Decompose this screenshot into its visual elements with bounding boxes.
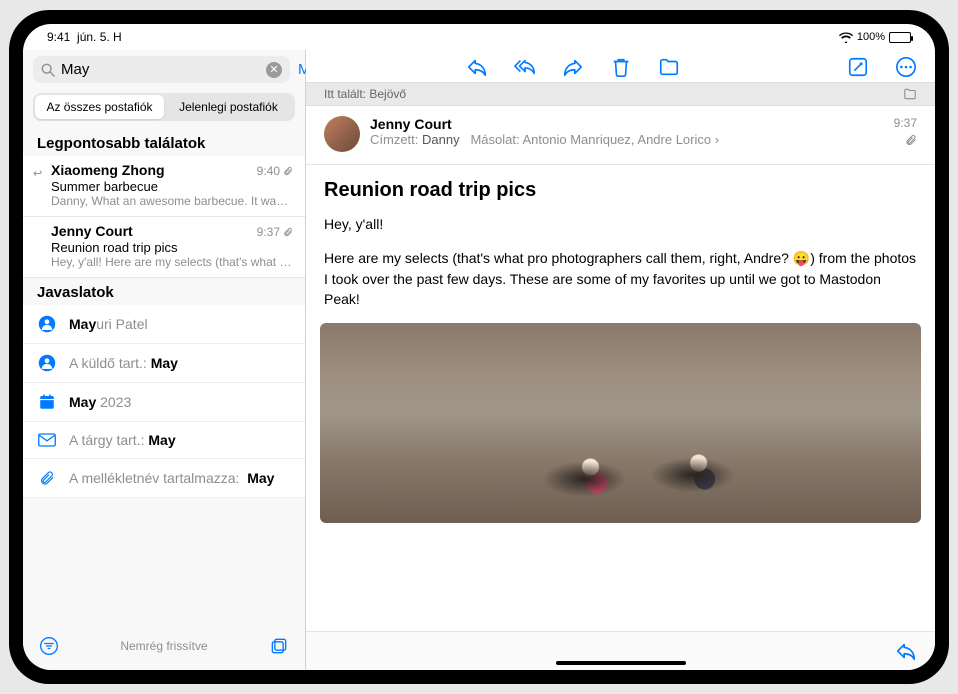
sidebar-footer: Nemrég frissítve: [23, 626, 305, 670]
search-result-item[interactable]: ↩︎ Xiaomeng Zhong 9:40 Summer barbecue D…: [23, 156, 305, 217]
status-time: 9:41: [47, 30, 70, 44]
sender-name[interactable]: Jenny Court: [370, 116, 884, 132]
reply-all-icon[interactable]: [514, 56, 536, 78]
result-time: 9:40: [257, 164, 293, 178]
suggestion-text: A küldő tart.: May: [69, 355, 178, 371]
suggestion-text: A tárgy tart.: May: [69, 432, 176, 448]
search-icon: [41, 63, 55, 77]
attached-photo[interactable]: [320, 323, 921, 523]
reply-footer-icon[interactable]: [895, 640, 917, 662]
message-greeting: Hey, y'all!: [324, 214, 917, 234]
more-icon[interactable]: [895, 56, 917, 78]
folder-small-icon[interactable]: [903, 88, 917, 100]
move-folder-icon[interactable]: [658, 56, 680, 78]
search-suggestion[interactable]: May 2023: [23, 383, 305, 422]
battery-percent: 100%: [857, 31, 885, 43]
message-pane: Itt talált: Bejövő Jenny Court Címzett: …: [306, 50, 935, 670]
ipad-frame: · 9:41 jún. 5. H 100% ✕: [9, 10, 949, 684]
suggestion-text: Mayuri Patel: [69, 316, 148, 332]
segment-current-mailbox[interactable]: Jelenlegi postafiók: [164, 95, 293, 119]
status-bar: 9:41 jún. 5. H 100%: [23, 24, 935, 50]
reply-indicator-icon: ↩︎: [33, 167, 42, 180]
wifi-icon: [839, 32, 853, 43]
message-time: 9:37: [894, 116, 917, 149]
sidebar: ✕ Mégsem Az összes postafiók Jelenlegi p…: [23, 50, 306, 670]
result-preview: Hey, y'all! Here are my selects (that's …: [51, 255, 293, 269]
reply-icon[interactable]: [466, 56, 488, 78]
result-subject: Summer barbecue: [51, 179, 293, 194]
search-suggestion[interactable]: Mayuri Patel: [23, 305, 305, 344]
search-suggestion[interactable]: A tárgy tart.: May: [23, 422, 305, 459]
suggestion-text: May 2023: [69, 394, 131, 410]
search-field[interactable]: ✕: [33, 56, 290, 83]
trash-icon[interactable]: [610, 56, 632, 78]
search-input[interactable]: [61, 61, 260, 78]
status-left: 9:41 jún. 5. H: [47, 30, 122, 44]
compose-icon[interactable]: [847, 56, 869, 78]
filter-icon[interactable]: [39, 636, 59, 656]
recipients-line[interactable]: Címzett: Danny Másolat: Antonio Manrique…: [370, 132, 884, 147]
forward-icon[interactable]: [562, 56, 584, 78]
message-header: Jenny Court Címzett: Danny Másolat: Anto…: [306, 106, 935, 165]
section-suggestions: Javaslatok: [23, 278, 305, 305]
home-indicator[interactable]: [556, 661, 686, 665]
screen: 9:41 jún. 5. H 100% ✕ Mégsem: [23, 24, 935, 670]
message-body: Here are my selects (that's what pro pho…: [324, 248, 917, 309]
status-right: 100%: [839, 31, 911, 43]
status-date: jún. 5. H: [77, 30, 122, 44]
attachment-icon: [283, 227, 293, 237]
found-in-bar: Itt talált: Bejövő: [306, 82, 935, 106]
segment-all-mailboxes[interactable]: Az összes postafiók: [35, 95, 164, 119]
mailbox-scope-segmented[interactable]: Az összes postafiók Jelenlegi postafiók: [33, 93, 295, 121]
sender-avatar[interactable]: [324, 116, 360, 152]
search-suggestion[interactable]: A mellékletnév tartalmazza: May: [23, 459, 305, 498]
search-suggestion[interactable]: A küldő tart.: May: [23, 344, 305, 383]
sync-status: Nemrég frissítve: [120, 639, 207, 653]
section-top-hits: Legpontosabb találatok: [23, 129, 305, 156]
search-result-item[interactable]: Jenny Court 9:37 Reunion road trip pics …: [23, 217, 305, 278]
attachment-icon: [905, 134, 917, 146]
message-subject: Reunion road trip pics: [306, 165, 935, 208]
message-toolbar: [306, 50, 935, 82]
result-subject: Reunion road trip pics: [51, 240, 293, 255]
person-icon: [37, 315, 57, 333]
mail-icon: [37, 433, 57, 447]
suggestion-text: A mellékletnév tartalmazza: May: [69, 470, 274, 486]
result-preview: Danny, What an awesome barbecue. It was …: [51, 194, 293, 208]
battery-icon: [889, 32, 911, 43]
clear-search-button[interactable]: ✕: [266, 62, 282, 78]
calendar-icon: [37, 393, 57, 411]
found-in-label: Itt talált: Bejövő: [324, 87, 406, 101]
person-icon: [37, 354, 57, 372]
paperclip-icon: [37, 469, 57, 487]
result-sender: Xiaomeng Zhong: [51, 162, 165, 178]
compose-stack-icon[interactable]: [269, 636, 289, 656]
result-sender: Jenny Court: [51, 223, 133, 239]
result-time: 9:37: [257, 225, 293, 239]
attachment-icon: [283, 166, 293, 176]
